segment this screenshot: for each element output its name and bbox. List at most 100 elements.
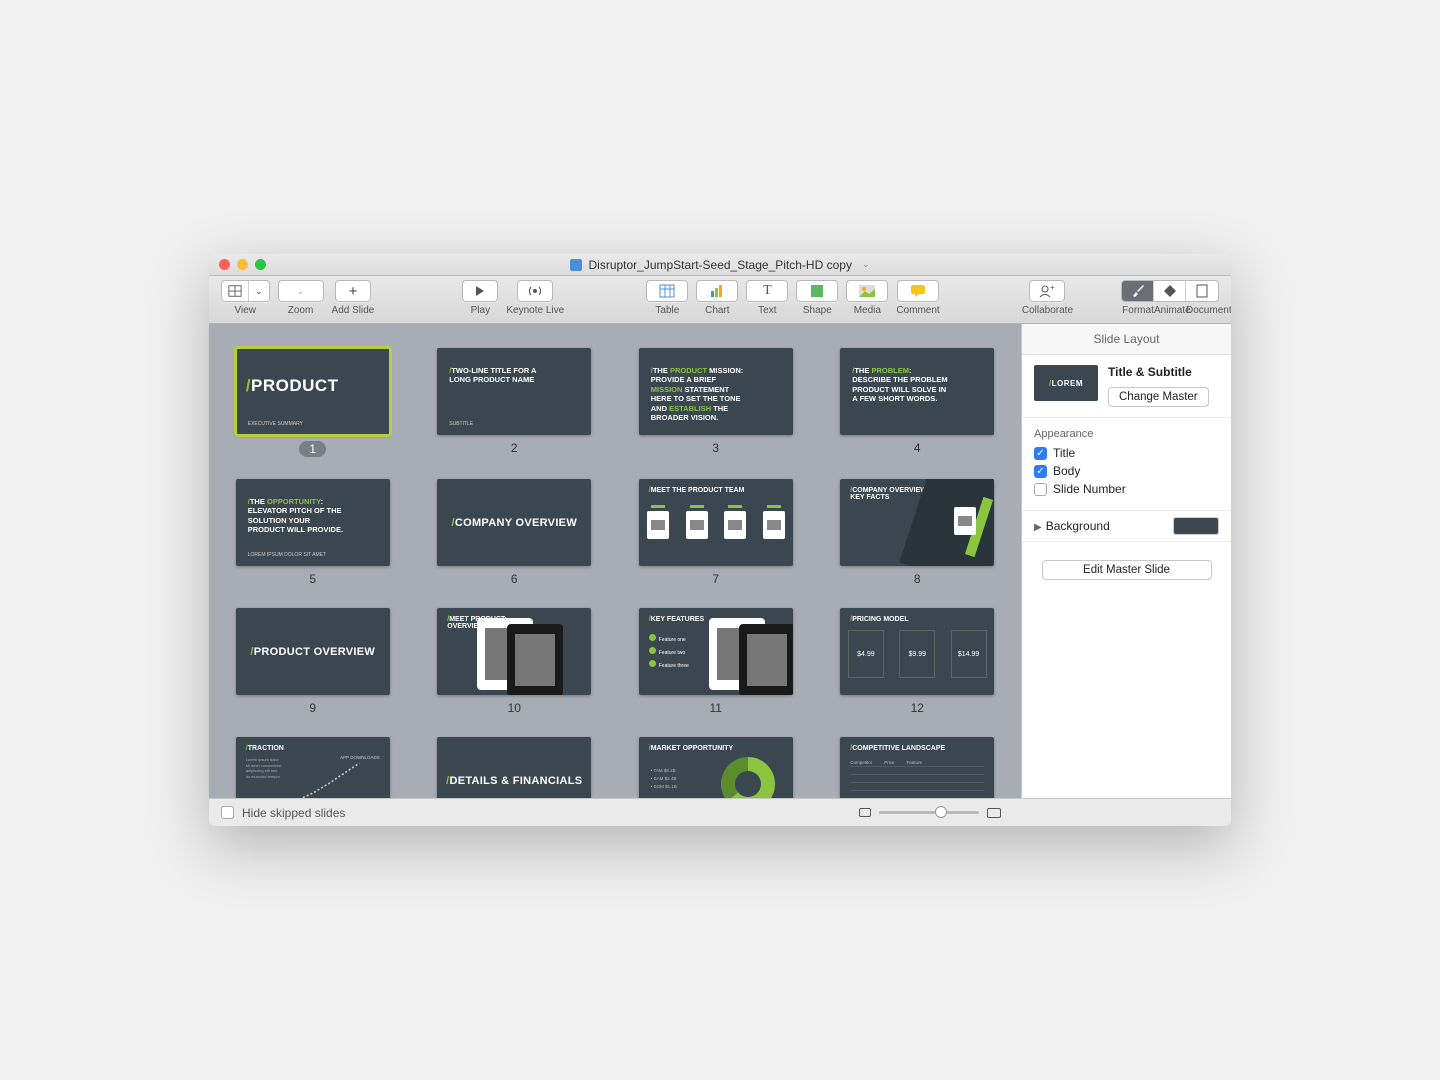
document-title-text: Disruptor_JumpStart-Seed_Stage_Pitch-HD … xyxy=(588,258,851,272)
slide-grid: //PRODUCTPRODUCT EXECUTIVE SUMMARY 1 /TW… xyxy=(227,348,1003,798)
view-button[interactable] xyxy=(222,281,249,301)
slide-thumb-10[interactable]: /MEET PRODUCT:OVERVIEW 10 xyxy=(429,608,601,715)
shape-icon xyxy=(810,284,824,298)
slide-thumb-7[interactable]: /MEET THE PRODUCT TEAM 7 xyxy=(630,479,802,586)
chevron-down-icon: ⌄ xyxy=(862,259,870,270)
comment-button[interactable] xyxy=(898,281,938,301)
collaborate-label: Collaborate xyxy=(1022,305,1073,316)
add-slide-button[interactable]: + xyxy=(336,281,370,301)
slide-thumb-14[interactable]: /DETAILS & FINANCIALS 14 xyxy=(429,737,601,798)
master-section: //LOREMLOREM Title & Subtitle Change Mas… xyxy=(1022,355,1231,418)
table-button[interactable] xyxy=(647,281,687,301)
background-row[interactable]: ▶ Background xyxy=(1022,511,1231,542)
background-swatch[interactable] xyxy=(1173,517,1219,535)
diamond-icon xyxy=(1163,284,1177,298)
checkbox-on-icon[interactable]: ✓ xyxy=(1034,447,1047,460)
appearance-section: Appearance ✓ Title ✓ Body Slide Number xyxy=(1022,418,1231,511)
thumb-size-slider[interactable] xyxy=(879,811,979,814)
slide-thumb-12[interactable]: /PRICING MODEL $4.99 $9.99 $14.99 12 xyxy=(832,608,1004,715)
master-name: Title & Subtitle xyxy=(1108,365,1219,379)
keynote-live-label: Keynote Live xyxy=(506,305,564,316)
window-controls xyxy=(209,259,266,270)
slide-number: 12 xyxy=(908,701,926,715)
document-tab[interactable] xyxy=(1186,281,1218,301)
slide-number: 6 xyxy=(505,572,523,586)
change-master-button[interactable]: Change Master xyxy=(1108,387,1209,407)
slide-thumb-3[interactable]: /THE PRODUCT MISSION:PROVIDE A BRIEFMISS… xyxy=(630,348,802,457)
play-group: Play xyxy=(462,280,498,316)
slide-thumb-4[interactable]: /THE PROBLEM:DESCRIBE THE PROBLEMPRODUCT… xyxy=(832,348,1004,457)
title-checkbox-row[interactable]: ✓ Title xyxy=(1034,446,1219,460)
text-label: Text xyxy=(758,305,776,316)
slide-number: 5 xyxy=(304,572,322,586)
add-slide-label: Add Slide xyxy=(332,305,375,316)
slide-thumb-15[interactable]: /MARKET OPPORTUNITY • TAM $8.2B • SAM $2… xyxy=(630,737,802,798)
media-button[interactable] xyxy=(847,281,887,301)
svg-text:+: + xyxy=(1050,284,1055,292)
slide-thumb-8[interactable]: /COMPANY OVERVIEW:KEY FACTS 8 xyxy=(832,479,1004,586)
hide-skipped-label: Hide skipped slides xyxy=(242,806,345,820)
play-label: Play xyxy=(471,305,490,316)
background-label: Background xyxy=(1046,519,1110,533)
keynote-live-group: Keynote Live xyxy=(506,280,564,316)
brush-icon xyxy=(1131,284,1145,298)
slide-thumb-1[interactable]: //PRODUCTPRODUCT EXECUTIVE SUMMARY 1 xyxy=(227,348,399,457)
slide-number: 11 xyxy=(707,701,725,715)
media-label: Media xyxy=(854,305,881,316)
slide-number: 9 xyxy=(304,701,322,715)
document-label: Document xyxy=(1186,305,1218,316)
minimize-icon[interactable] xyxy=(237,259,248,270)
slide-thumb-5[interactable]: /THE OPPORTUNITY:ELEVATOR PITCH OF THESO… xyxy=(227,479,399,586)
add-slide-group: + Add Slide xyxy=(332,280,375,316)
price-2: $9.99 xyxy=(908,651,926,658)
slide-1-sub: EXECUTIVE SUMMARY xyxy=(248,421,303,427)
thumb-large-icon[interactable] xyxy=(987,808,1001,818)
view-menu-button[interactable]: ⌄ xyxy=(249,281,269,301)
table-icon xyxy=(659,284,675,298)
zoom-icon[interactable] xyxy=(255,259,266,270)
zoom-label: Zoom xyxy=(288,305,314,316)
text-icon: T xyxy=(763,283,772,299)
view-group: ⌄ View xyxy=(221,280,270,316)
slide-number: 2 xyxy=(505,441,523,455)
appearance-label: Appearance xyxy=(1034,428,1219,440)
slide-thumb-13[interactable]: /TRACTION APP DOWNLOADS Lorem ipsum dolo… xyxy=(227,737,399,798)
slidenum-checkbox-row[interactable]: Slide Number xyxy=(1034,482,1219,496)
hide-skipped-checkbox[interactable] xyxy=(221,806,234,819)
keynote-live-button[interactable] xyxy=(518,281,552,301)
slide-thumb-9[interactable]: /PRODUCT OVERVIEW 9 xyxy=(227,608,399,715)
inspector-sidebar: Slide Layout //LOREMLOREM Title & Subtit… xyxy=(1021,324,1231,798)
price-3: $14.99 xyxy=(958,651,979,658)
collaborate-button[interactable]: + xyxy=(1030,281,1064,301)
edit-master-button[interactable]: Edit Master Slide xyxy=(1042,560,1212,580)
chart-icon xyxy=(709,284,725,298)
slide-number: 7 xyxy=(707,572,725,586)
slide-thumb-16[interactable]: /COMPETITIVE LANDSCAPE CompetitorPriceFe… xyxy=(832,737,1004,798)
slide-number: 8 xyxy=(908,572,926,586)
zoom-button[interactable]: ⌄ xyxy=(279,281,323,301)
animate-tab[interactable] xyxy=(1154,281,1186,301)
grid-icon xyxy=(228,284,242,298)
shape-button[interactable] xyxy=(797,281,837,301)
master-thumbnail[interactable]: //LOREMLOREM xyxy=(1034,365,1098,401)
footer-bar: Hide skipped slides xyxy=(209,798,1231,826)
close-icon[interactable] xyxy=(219,259,230,270)
light-table[interactable]: //PRODUCTPRODUCT EXECUTIVE SUMMARY 1 /TW… xyxy=(209,324,1021,798)
price-1: $4.99 xyxy=(857,651,875,658)
slide-thumb-6[interactable]: /COMPANY OVERVIEW 6 xyxy=(429,479,601,586)
table-label: Table xyxy=(655,305,679,316)
body-checkbox-row[interactable]: ✓ Body xyxy=(1034,464,1219,478)
chart-button[interactable] xyxy=(697,281,737,301)
checkbox-on-icon[interactable]: ✓ xyxy=(1034,465,1047,478)
text-button[interactable]: T xyxy=(747,281,787,301)
zoom-group: ⌄ Zoom xyxy=(278,280,324,316)
thumb-small-icon[interactable] xyxy=(859,808,871,817)
animate-label: Animate xyxy=(1154,305,1186,316)
disclosure-triangle-icon[interactable]: ▶ xyxy=(1034,522,1042,533)
play-button[interactable] xyxy=(463,281,497,301)
checkbox-off-icon[interactable] xyxy=(1034,483,1047,496)
toolbar: ⌄ View ⌄ Zoom + Add Slide Play Keynote L… xyxy=(209,276,1231,324)
format-tab[interactable] xyxy=(1122,281,1154,301)
slide-thumb-11[interactable]: /KEY FEATURES Feature one Feature two Fe… xyxy=(630,608,802,715)
slide-thumb-2[interactable]: /TWO-LINE TITLE FOR ALONG PRODUCT NAMESU… xyxy=(429,348,601,457)
